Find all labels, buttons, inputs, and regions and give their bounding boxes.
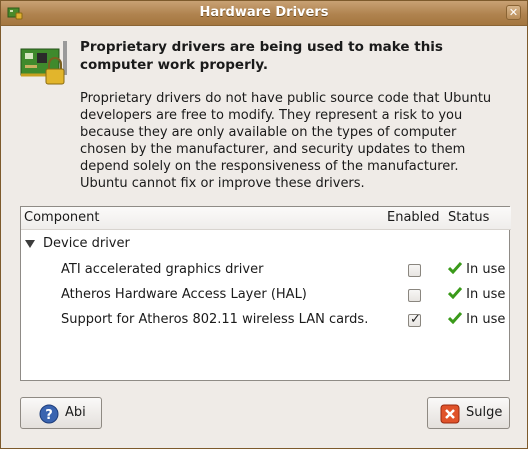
help-button-label: Abi <box>65 405 86 420</box>
proprietary-driver-icon <box>20 41 67 85</box>
check-icon <box>448 287 462 299</box>
close-button[interactable]: Sulge <box>427 397 510 429</box>
window-title: Hardware Drivers <box>199 5 329 20</box>
enabled-checkbox[interactable]: ✓ <box>408 312 421 327</box>
status-cell: In use <box>448 262 505 277</box>
help-icon: ? <box>39 404 59 424</box>
expander-arrow-icon[interactable] <box>25 240 35 248</box>
headline: Proprietary drivers are being used to ma… <box>80 39 443 73</box>
help-button[interactable]: ? Abi <box>20 397 102 429</box>
check-icon <box>448 262 462 274</box>
window-close-button[interactable]: ✕ <box>506 5 521 20</box>
drivers-table[interactable]: Component Enabled Status Device driver A… <box>20 206 511 381</box>
close-icon <box>440 404 460 424</box>
status-text: In use <box>466 287 506 302</box>
status-cell: In use <box>448 312 505 327</box>
checkmark-icon: ✓ <box>410 312 421 327</box>
svg-text:?: ? <box>45 408 53 423</box>
column-header-status[interactable]: Status <box>445 207 511 230</box>
status-text: In use <box>466 262 506 277</box>
hardware-drivers-window: Hardware Drivers ✕ Proprietary drivers a… <box>0 0 528 449</box>
row-component[interactable]: ATI accelerated graphics driver <box>61 262 263 277</box>
status-cell: In use <box>448 287 505 302</box>
group-device-driver[interactable]: Device driver <box>43 236 130 251</box>
close-button-label: Sulge <box>466 405 503 420</box>
enabled-checkbox[interactable] <box>408 289 421 302</box>
row-component[interactable]: Support for Atheros 802.11 wireless LAN … <box>61 312 368 327</box>
column-header-enabled[interactable]: Enabled <box>384 207 446 230</box>
enabled-checkbox[interactable] <box>408 264 421 277</box>
row-component[interactable]: Atheros Hardware Access Layer (HAL) <box>61 287 307 302</box>
check-icon <box>448 312 462 324</box>
status-text: In use <box>466 312 506 327</box>
description: Proprietary drivers do not have public s… <box>80 91 492 191</box>
titlebar[interactable]: Hardware Drivers ✕ <box>1 1 527 26</box>
column-header-component[interactable]: Component <box>21 207 385 230</box>
